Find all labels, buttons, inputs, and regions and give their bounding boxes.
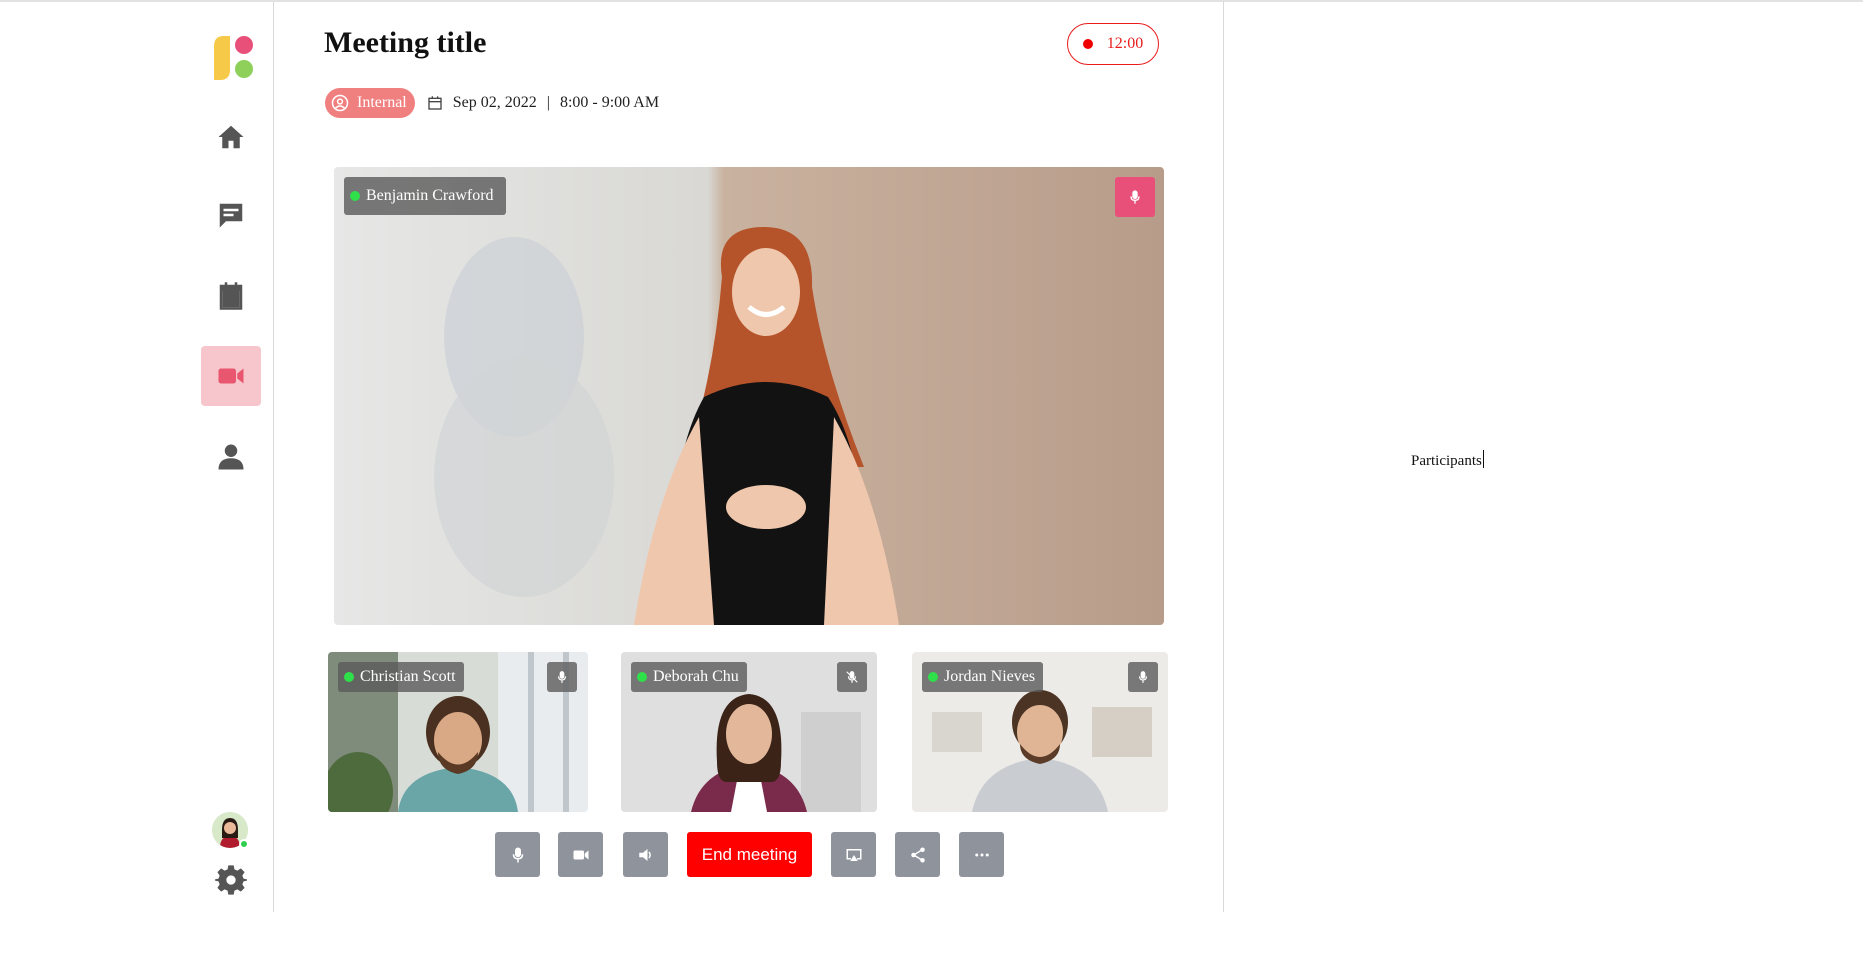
speaker-name-tag: Benjamin Crawford [344,177,506,215]
participants-label: Participants [1411,450,1484,470]
online-dot [928,672,938,682]
online-dot [350,191,360,201]
mic-icon [1138,671,1148,683]
share-button[interactable] [895,832,940,877]
mic-icon [557,671,567,683]
speaker-name: Benjamin Crawford [366,187,494,204]
settings-button[interactable] [215,864,247,896]
more-icon [974,853,989,856]
mic-toggle-button[interactable] [495,832,540,877]
text-caret [1482,450,1484,468]
online-dot [344,672,354,682]
participant-name: Christian Scott [360,668,456,685]
meeting-meta: Internal Sep 02, 2022 | 8:00 - 9:00 AM [325,88,659,118]
calendar-icon [428,96,442,110]
participant-name-tag: Jordan Nieves [922,662,1044,692]
chat-icon [219,203,243,228]
badge-label: Internal [357,94,407,111]
mic-icon [1130,190,1140,204]
online-dot [637,672,647,682]
screen-cast-icon [846,848,861,861]
gear-icon [215,865,247,895]
recording-timer[interactable]: 12:00 [1067,23,1159,65]
status-badge: Internal [325,88,415,118]
user-circle-icon [331,94,349,112]
participant-mic-button[interactable] [547,662,577,692]
end-meeting-button[interactable]: End meeting [687,832,812,877]
record-dot-icon [1082,39,1093,49]
share-icon [910,847,925,862]
main-video-tile[interactable]: Benjamin Crawford [334,167,1164,625]
person-icon [218,444,244,470]
meeting-panel: Meeting title 12:00 Internal Sep 02, 202… [275,2,1224,912]
sidebar [0,2,274,912]
speaker-mic-button[interactable] [1115,177,1155,217]
participant-mic-muted-button[interactable] [837,662,867,692]
page-title: Meeting title [324,26,487,59]
sidebar-item-calendar[interactable] [201,266,261,326]
camera-toggle-button[interactable] [558,832,603,877]
app-logo [210,34,256,82]
screen-cast-button[interactable] [831,832,876,877]
speaker-icon [638,848,651,861]
participants-text: Participants [1411,453,1482,469]
calendar-icon [219,282,243,310]
online-status-dot [239,839,249,849]
sidebar-item-home[interactable] [201,107,261,167]
participant-tile-3[interactable]: Jordan Nieves [912,652,1168,812]
mic-icon [512,847,523,862]
meta-separator: | [546,94,550,111]
more-options-button[interactable] [959,832,1004,877]
timer-text: 12:00 [1106,35,1144,52]
participant-name: Deborah Chu [653,668,739,685]
speaker-toggle-button[interactable] [623,832,668,877]
participant-name-tag: Deborah Chu [631,662,747,692]
participant-tile-1[interactable]: Christian Scott [328,652,588,812]
meeting-date: Sep 02, 2022 [452,94,537,111]
sidebar-item-video[interactable] [201,346,261,406]
camera-icon [573,850,588,859]
speaker-video-image [334,167,1164,625]
sidebar-item-messages[interactable] [201,185,261,245]
video-camera-icon [218,368,244,384]
mic-off-icon [846,671,858,683]
participant-mic-button[interactable] [1128,662,1158,692]
meeting-time: 8:00 - 9:00 AM [559,94,660,111]
participant-name-tag: Christian Scott [338,662,464,692]
participant-name: Jordan Nieves [944,668,1036,685]
home-icon [218,125,244,149]
sidebar-item-profile[interactable] [201,427,261,487]
participant-tile-2[interactable]: Deborah Chu [621,652,877,812]
